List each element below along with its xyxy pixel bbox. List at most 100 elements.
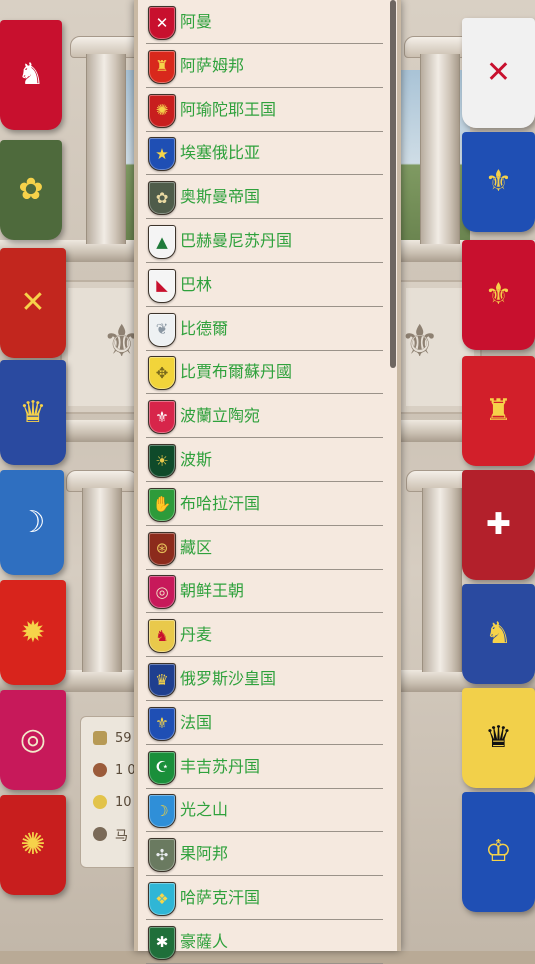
banner-right-2: ⚜ (462, 132, 535, 232)
nation-list-item[interactable]: ✕ 阿曼 (138, 0, 397, 44)
nation-list-dropdown: ✕ 阿曼 ♜ 阿萨姆邦 ✺ 阿瑜陀耶王国 ★ 埃塞俄比亚 ✿ 奥斯曼帝国 ▲ 巴赫曼尼苏丹国 ◣ 巴林 ❦ 比… (134, 0, 401, 964)
power-icon (93, 763, 107, 777)
banner-left-7: ◎ (0, 690, 66, 790)
nation-list-item[interactable]: ⚜ 波蘭立陶宛 (138, 394, 397, 439)
stat-row: 1 0 (93, 759, 136, 781)
nation-name: 波斯 (180, 450, 213, 469)
poland-lithuania-flag-icon: ⚜ (148, 400, 176, 435)
nation-list-item[interactable]: ⚜ 法国 (138, 701, 397, 745)
nation-name: 朝鲜王朝 (180, 581, 245, 601)
banner-right-6: ♞ (462, 584, 535, 684)
denmark-flag-icon: ♞ (148, 619, 176, 654)
fleur-de-lis-right-icon: ⚜ (400, 316, 440, 367)
stat-value: 1 0 (115, 762, 136, 778)
nation-name: 法国 (180, 712, 213, 732)
russia-flag-icon: ♛ (148, 663, 176, 697)
nation-name: 阿萨姆邦 (180, 55, 245, 75)
nation-list-item[interactable]: ❖ 哈萨克汗国 (138, 876, 397, 920)
coin-icon (93, 795, 107, 809)
bijapur-flag-icon: ✥ (148, 356, 176, 391)
gold-icon (93, 731, 107, 745)
hausa-flag-icon: ✱ (148, 925, 176, 960)
nation-name: 俄罗斯沙皇国 (180, 669, 277, 688)
column-left-upper (86, 54, 126, 244)
nation-name: 哈萨克汗国 (180, 888, 261, 907)
bukhara-flag-icon: ✋ (148, 487, 176, 522)
banner-right-1: ✕ (462, 18, 535, 128)
nation-list-item[interactable]: ✣ 果阿邦 (138, 832, 397, 877)
goa-flag-icon: ✣ (148, 838, 176, 873)
banner-right-3: ⚜ (462, 240, 535, 350)
nation-list-item[interactable]: ✱ 豪薩人 (138, 920, 397, 964)
nation-list[interactable]: ✕ 阿曼 ♜ 阿萨姆邦 ✺ 阿瑜陀耶王国 ★ 埃塞俄比亚 ✿ 奥斯曼帝国 ▲ 巴赫曼尼苏丹国 ◣ 巴林 ❦ 比… (138, 0, 397, 964)
banner-right-5: ✚ (462, 470, 535, 580)
banner-right-8: ♔ (462, 792, 535, 912)
nation-name: 豪薩人 (180, 931, 229, 951)
nation-list-item[interactable]: ★ 埃塞俄比亚 (138, 131, 397, 176)
nation-name: 阿瑜陀耶王国 (180, 99, 277, 119)
nation-list-item[interactable]: ♞ 丹麦 (138, 613, 397, 658)
assam-flag-icon: ♜ (148, 49, 176, 84)
ayutthaya-flag-icon: ✺ (148, 93, 176, 128)
banner-right-4: ♜ (462, 356, 535, 466)
horse-icon (93, 827, 107, 841)
bidar-flag-icon: ❦ (148, 312, 176, 347)
nation-list-item[interactable]: ☀ 波斯 (138, 438, 397, 482)
banner-left-4: ♛ (0, 360, 66, 465)
nation-name: 丰吉苏丹国 (180, 756, 261, 776)
nation-name: 阿曼 (180, 12, 213, 31)
stat-value: 马 (115, 828, 129, 844)
stat-value: 59 (115, 730, 132, 746)
nation-name: 奥斯曼帝国 (180, 187, 261, 207)
nation-name: 丹麦 (180, 625, 213, 645)
nation-list-item[interactable]: ♜ 阿萨姆邦 (138, 44, 397, 88)
banner-left-3: ✕ (0, 248, 66, 358)
nation-list-item[interactable]: ✋ 布哈拉汗国 (138, 482, 397, 526)
ethiopia-flag-icon: ★ (148, 137, 176, 172)
nation-list-item[interactable]: ☽ 光之山 (138, 788, 397, 833)
tibet-flag-icon: ⊛ (148, 531, 176, 566)
nation-name: 果阿邦 (180, 844, 229, 864)
nation-name: 布哈拉汗国 (180, 493, 261, 513)
nation-list-item[interactable]: ✥ 比賈布爾蘇丹國 (138, 350, 397, 395)
nation-list-item[interactable]: ✿ 奥斯曼帝国 (138, 175, 397, 220)
banner-left-8: ✺ (0, 795, 66, 895)
bahmani-flag-icon: ▲ (148, 225, 176, 259)
koh-i-noor-flag-icon: ☽ (148, 794, 176, 829)
banner-left-1: ♞ (0, 20, 62, 130)
nation-name: 比賈布爾蘇丹國 (180, 362, 293, 382)
joseon-flag-icon: ◎ (148, 575, 176, 610)
oman-flag-icon: ✕ (148, 6, 176, 40)
nation-name: 比德爾 (180, 318, 229, 338)
nation-list-item[interactable]: ✺ 阿瑜陀耶王国 (138, 88, 397, 132)
kazakh-flag-icon: ❖ (148, 882, 176, 916)
nation-name: 光之山 (180, 800, 229, 820)
nation-name: 藏区 (180, 537, 213, 557)
nation-list-item[interactable]: ♛ 俄罗斯沙皇国 (138, 657, 397, 701)
nation-name: 巴赫曼尼苏丹国 (180, 231, 293, 250)
stat-row: 马 (93, 823, 128, 845)
nation-list-item[interactable]: ▲ 巴赫曼尼苏丹国 (138, 219, 397, 263)
banner-right-7: ♛ (462, 688, 535, 788)
nation-list-item[interactable]: ◎ 朝鲜王朝 (138, 569, 397, 614)
banner-left-2: ✿ (0, 140, 62, 240)
persia-flag-icon: ☀ (148, 444, 176, 478)
nation-list-item[interactable]: ❦ 比德爾 (138, 307, 397, 351)
bahrain-flag-icon: ◣ (148, 268, 176, 303)
nation-list-item[interactable]: ⊛ 藏区 (138, 526, 397, 570)
nation-name: 波蘭立陶宛 (180, 406, 261, 426)
banner-left-5: ☽ (0, 470, 64, 575)
banner-left-6: ✹ (0, 580, 66, 685)
column-left-lower (82, 488, 122, 672)
funj-flag-icon: ☪ (148, 750, 176, 785)
france-flag-icon: ⚜ (148, 706, 176, 741)
stat-row: 59 (93, 727, 132, 749)
column-right-lower (422, 488, 462, 672)
nation-list-item[interactable]: ☪ 丰吉苏丹国 (138, 745, 397, 789)
column-right-upper (420, 54, 460, 244)
ottoman-flag-icon: ✿ (148, 181, 176, 216)
nation-name: 巴林 (180, 274, 213, 294)
stat-row: 10 (93, 791, 132, 813)
nation-list-item[interactable]: ◣ 巴林 (138, 263, 397, 307)
stat-value: 10 (115, 794, 132, 810)
